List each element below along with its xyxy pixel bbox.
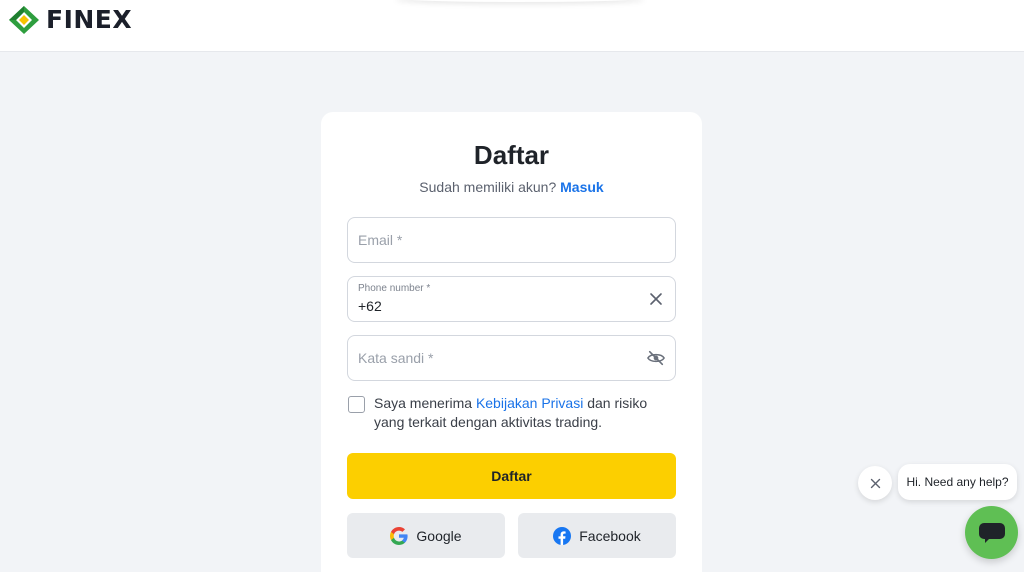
chat-dismiss-button[interactable]	[858, 466, 892, 500]
consent-text: Saya menerima Kebijakan Privasi dan risi…	[374, 394, 680, 432]
google-label: Google	[416, 527, 462, 544]
header-shadow-decoration	[395, 0, 645, 2]
phone-input[interactable]	[348, 277, 675, 321]
page-title: Daftar	[473, 140, 550, 170]
close-icon	[870, 478, 880, 488]
login-prompt: Sudah memiliki akun? Masuk	[321, 179, 702, 195]
finex-logo[interactable]: FINEX	[8, 5, 132, 35]
brand-name: FINEX	[46, 5, 133, 34]
chat-prompt-bubble[interactable]: Hi. Need any help?	[898, 464, 1017, 500]
facebook-icon	[553, 526, 572, 545]
finex-logo-icon	[9, 6, 39, 34]
consent-checkbox[interactable]	[348, 396, 365, 413]
password-input[interactable]	[348, 336, 675, 380]
privacy-policy-link[interactable]: Kebijakan Privasi	[476, 395, 583, 411]
register-button[interactable]: Daftar	[347, 453, 676, 499]
login-prompt-text: Sudah memiliki akun?	[419, 179, 557, 195]
facebook-label: Facebook	[579, 527, 641, 544]
email-input[interactable]	[348, 218, 675, 262]
google-icon	[390, 526, 409, 545]
chat-icon	[978, 522, 1005, 543]
facebook-signup-button[interactable]: Facebook	[518, 513, 676, 558]
consent-text-before: Saya menerima	[374, 395, 473, 411]
phone-field: Phone number *	[347, 276, 676, 322]
chat-launcher-button[interactable]	[965, 506, 1018, 559]
email-field	[347, 217, 676, 263]
eye-off-icon[interactable]	[647, 349, 665, 367]
password-field	[347, 335, 676, 381]
top-navbar: FINEX	[0, 0, 1024, 52]
login-link[interactable]: Masuk	[560, 179, 604, 195]
google-signup-button[interactable]: Google	[347, 513, 505, 558]
close-icon[interactable]	[647, 290, 665, 308]
